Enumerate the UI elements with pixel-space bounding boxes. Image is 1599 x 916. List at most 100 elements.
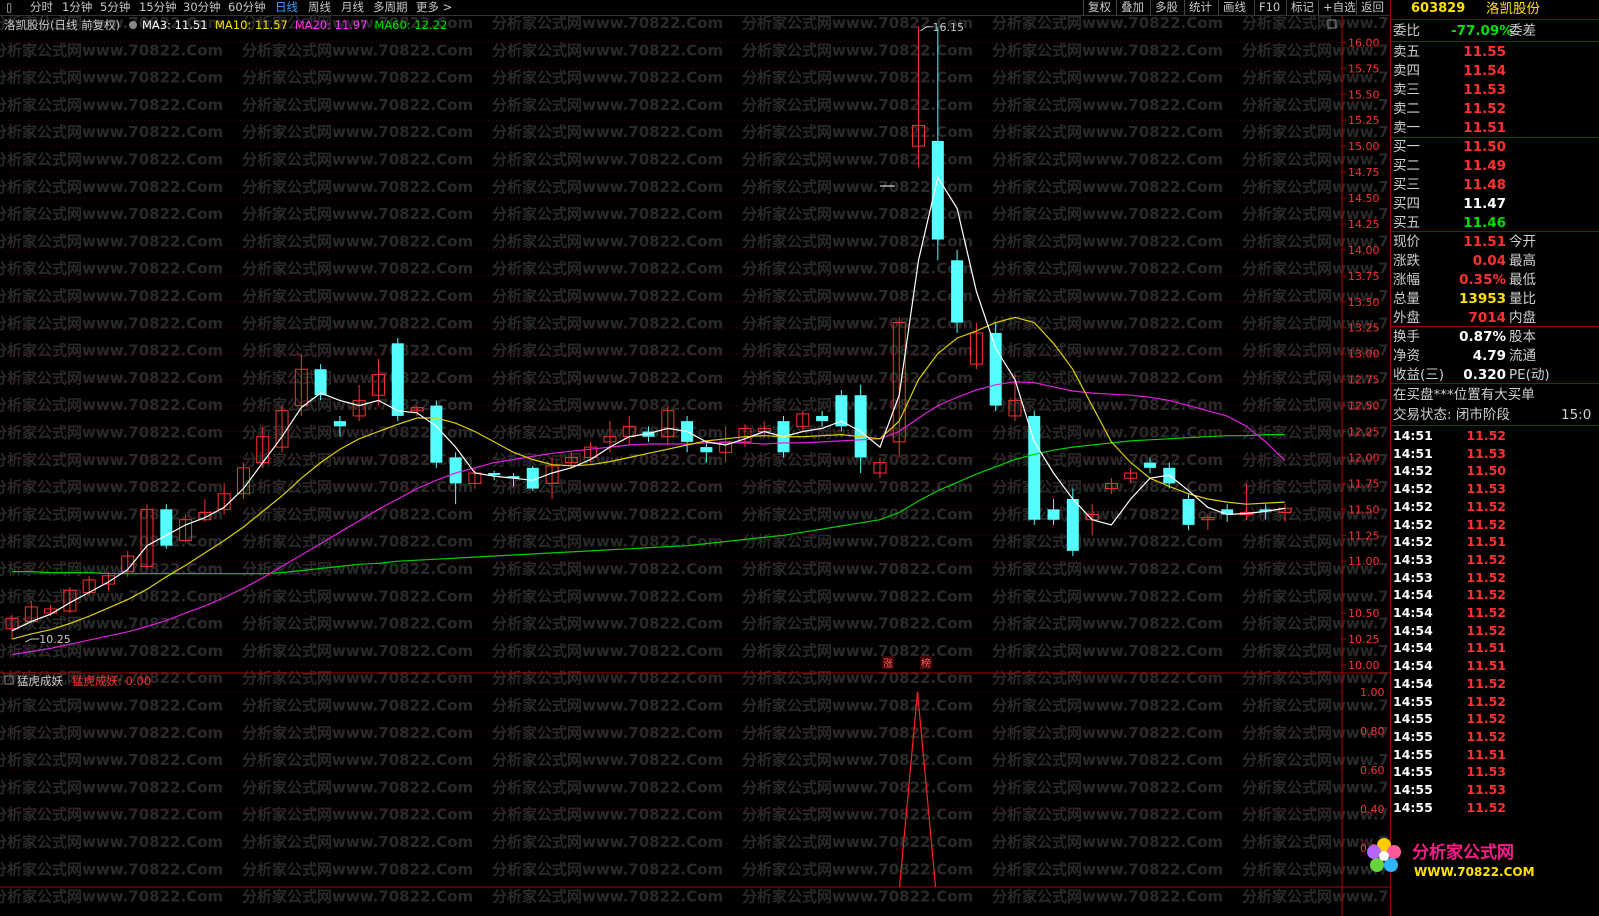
- period-1[interactable]: 1分钟: [62, 0, 92, 15]
- ma-label-2: MA20: 11.97: [295, 18, 368, 32]
- bid-4-label: 买五: [1393, 215, 1420, 231]
- watermark: 分析家公式网www.70822.Com: [492, 560, 723, 578]
- watermark: 分析家公式网www.70822.Com: [992, 41, 1223, 59]
- watermark: 分析家公式网www.70822.Com: [492, 342, 723, 360]
- watermark: 分析家公式网www.70822.Com: [242, 615, 473, 633]
- tick-time: 14:52: [1393, 481, 1433, 497]
- period-8[interactable]: 月线: [341, 0, 364, 15]
- tick-time: 14:55: [1393, 728, 1433, 744]
- watermark: 分析家公式网www.70822.Com: [1242, 778, 1390, 796]
- ind-y-label: 1.00: [1360, 686, 1385, 699]
- y-tick-label: 12.25: [1348, 426, 1380, 439]
- candle-body-down: [1182, 498, 1195, 525]
- watermark: 分析家公式网www.70822.Com: [492, 697, 723, 715]
- stat-0-value: 11.51: [1463, 234, 1506, 250]
- watermark: 分析家公式网www.70822.Com: [742, 505, 973, 523]
- watermark: 分析家公式网www.70822.Com: [492, 751, 723, 769]
- fund-1-label2: 流通: [1509, 348, 1536, 364]
- period-4[interactable]: 30分钟: [183, 0, 221, 15]
- period-0[interactable]: 分时: [30, 0, 53, 15]
- logo: 分析家公式网 WWW.70822.COM: [1367, 838, 1535, 879]
- watermark: 分析家公式网www.70822.Com: [992, 860, 1223, 878]
- watermark: 分析家公式网www.70822.Com: [992, 260, 1223, 278]
- watermark: 分析家公式网www.70822.Com: [492, 860, 723, 878]
- y-tick-label: 10.50: [1348, 607, 1380, 620]
- toolbar-btn-0[interactable]: 复权: [1083, 0, 1115, 15]
- watermark: 分析家公式网www.70822.Com: [992, 205, 1223, 223]
- watermark: 分析家公式网www.70822.Com: [1242, 587, 1390, 605]
- watermark: 分析家公式网www.70822.Com: [992, 342, 1223, 360]
- y-tick-label: 13.75: [1348, 270, 1380, 283]
- period-3[interactable]: 15分钟: [139, 0, 177, 15]
- period-7[interactable]: 周线: [308, 0, 331, 15]
- watermark: 分析家公式网www.70822.Com: [742, 314, 973, 332]
- toolbar-btn-1[interactable]: 叠加: [1116, 0, 1148, 15]
- weibi-value: -77.09%: [1451, 23, 1513, 39]
- watermark: 分析家公式网www.70822.Com: [242, 260, 473, 278]
- candle-body-down: [816, 415, 829, 422]
- toolbar-btn-6[interactable]: 标记: [1286, 0, 1318, 15]
- watermark: 分析家公式网www.70822.Com: [742, 615, 973, 633]
- bid-0-value: 11.50: [1463, 139, 1506, 155]
- y-tick-label: 13.25: [1348, 322, 1380, 335]
- watermark: 分析家公式网www.70822.Com: [992, 151, 1223, 169]
- toolbar-btn-2[interactable]: 多股: [1150, 0, 1182, 15]
- period-9[interactable]: 多周期: [373, 0, 408, 15]
- toolbar-btn-8[interactable]: 返回: [1356, 0, 1388, 15]
- watermark: 分析家公式网www.70822.Com: [0, 505, 223, 523]
- period-10[interactable]: 更多 >: [416, 0, 452, 15]
- candle-body-down: [989, 332, 1002, 406]
- toolbar-btn-5[interactable]: F10: [1254, 0, 1284, 15]
- watermark: 分析家公式网www.70822.Com: [992, 669, 1223, 687]
- watermark: 分析家公式网www.70822.Com: [992, 587, 1223, 605]
- fund-2-label: 收益(三): [1393, 367, 1445, 383]
- watermark: 分析家公式网www.70822.Com: [242, 69, 473, 87]
- flower-icon: [1367, 838, 1401, 872]
- toolbar-btn-3[interactable]: 统计: [1184, 0, 1216, 15]
- stat-0-label2: 今开: [1509, 234, 1536, 250]
- watermark: 分析家公式网www.70822.Com: [992, 69, 1223, 87]
- watermark: 分析家公式网www.70822.Com: [992, 424, 1223, 442]
- y-tick-label: 13.00: [1348, 348, 1380, 361]
- trade-status: 交易状态: 闭市阶段: [1393, 407, 1510, 423]
- fund-0-value: 0.87%: [1459, 329, 1506, 345]
- period-toolbar: ▯ 分时 1分钟 5分钟 15分钟 30分钟 60分钟 日线 周线 月线 多周期 更多 > 复权 叠加 多股…: [0, 0, 1390, 16]
- bid-0-label: 买一: [1393, 139, 1420, 155]
- panel-toggle-icon[interactable]: ▯: [6, 0, 12, 15]
- watermark: 分析家公式网www.70822.Com: [0, 151, 223, 169]
- tick-price: 11.53: [1466, 764, 1506, 780]
- ask-4-label: 卖一: [1393, 120, 1420, 136]
- ask-0-value: 11.55: [1463, 44, 1506, 60]
- watermark: 分析家公式网www.70822.Com: [0, 178, 223, 196]
- watermark: 分析家公式网www.70822.Com: [492, 587, 723, 605]
- ma-label-3: MA60: 12.22: [374, 18, 447, 32]
- candle-body-down: [854, 395, 867, 458]
- ask-2-value: 11.53: [1463, 82, 1506, 98]
- watermark: 分析家公式网www.70822.Com: [492, 724, 723, 742]
- tick-price: 11.52: [1466, 428, 1506, 443]
- period-2[interactable]: 5分钟: [100, 0, 130, 15]
- watermark: 分析家公式网www.70822.Com: [492, 615, 723, 633]
- watermark: 分析家公式网www.70822.Com: [992, 123, 1223, 141]
- watermark: 分析家公式网www.70822.Com: [742, 478, 973, 496]
- tick-time: 14:52: [1393, 463, 1433, 479]
- ma-label-1: MA10: 11.57: [215, 18, 288, 32]
- candle-body-down: [1047, 509, 1060, 520]
- watermark: 分析家公式网www.70822.Com: [0, 424, 223, 442]
- watermark: 分析家公式网www.70822.Com: [492, 369, 723, 387]
- watermark: 分析家公式网www.70822.Com: [1242, 697, 1390, 715]
- toolbar-btn-7[interactable]: +自选: [1318, 0, 1360, 15]
- toolbar-btn-4[interactable]: 画线: [1218, 0, 1250, 15]
- watermark: 分析家公式网www.70822.Com: [742, 724, 973, 742]
- period-6[interactable]: 日线: [275, 0, 298, 15]
- watermark: 分析家公式网www.70822.Com: [0, 314, 223, 332]
- quote-panel: 603829 洛凯股份 委比 -77.09% 委差 卖五 11.55 卖四 11.54…: [1390, 0, 1599, 916]
- watermark: 分析家公式网www.70822.Com: [992, 615, 1223, 633]
- stat-4-value: 7014: [1468, 310, 1506, 326]
- watermark: 分析家公式网www.70822.Com: [992, 724, 1223, 742]
- period-5[interactable]: 60分钟: [228, 0, 266, 15]
- candle-body-down: [160, 509, 173, 546]
- kline-chart[interactable]: 分析家公式网www.70822.Com 分析家公式网www.70822.Com 分析…: [0, 0, 1390, 916]
- stat-3-value: 13953: [1459, 291, 1506, 307]
- bid-2-value: 11.48: [1463, 177, 1506, 193]
